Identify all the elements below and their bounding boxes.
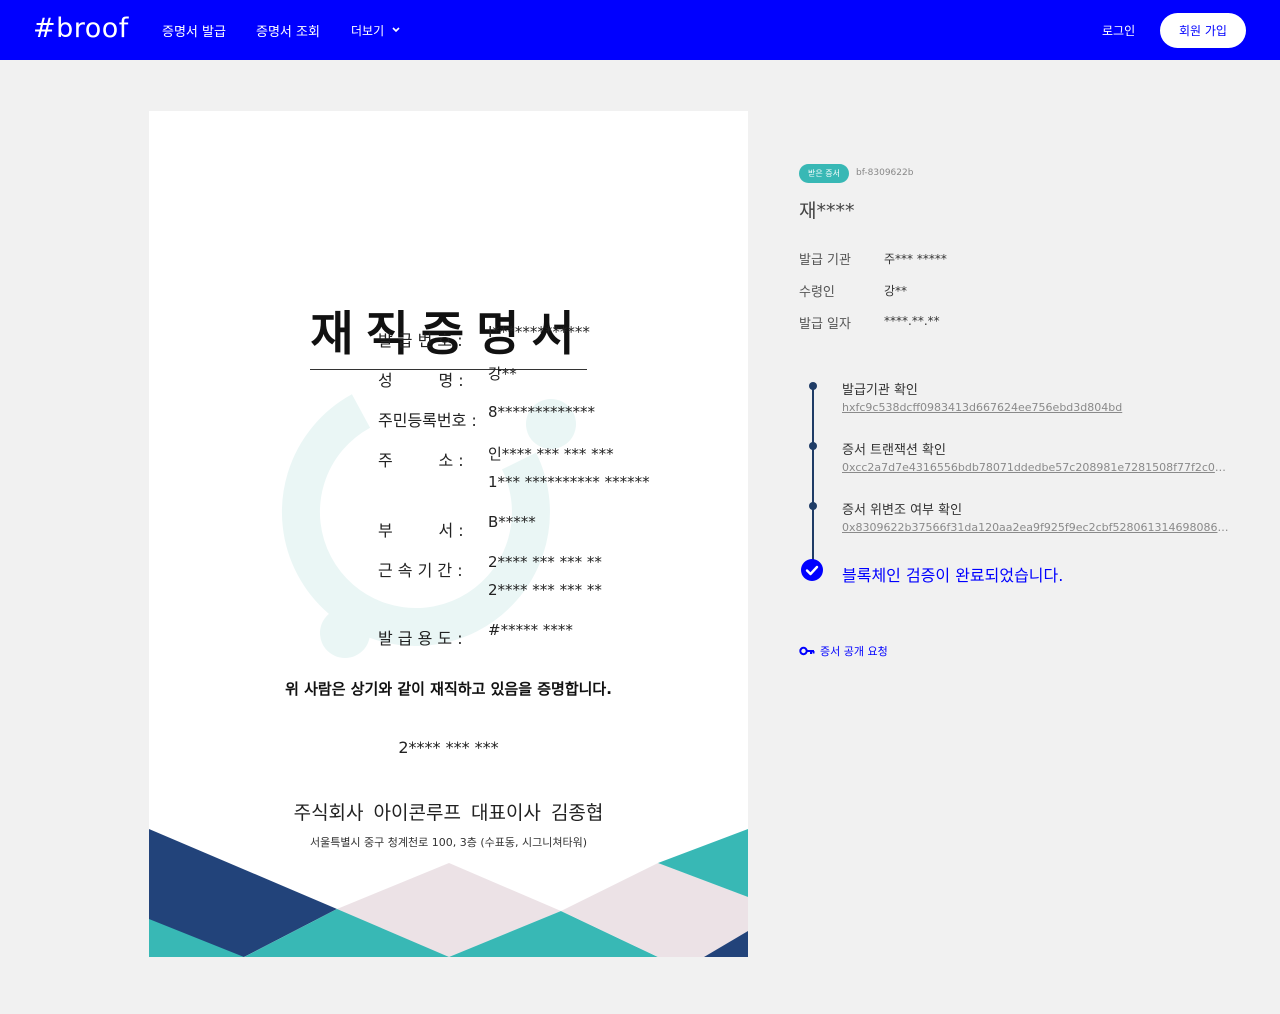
field-label-purpose: 발 급 용 도 : xyxy=(378,629,463,648)
document-title: 재**** xyxy=(799,200,855,222)
certificate-id: bf-8309622b xyxy=(856,168,914,178)
field-value-name: 강** xyxy=(488,365,517,383)
certificate-document: 재직증명서 발 급 번 호 : I************* 성 명 : 강**… xyxy=(149,111,748,957)
certificate-statement: 위 사람은 상기와 같이 재직하고 있음을 증명합니다. xyxy=(285,680,612,698)
nav-issue-certificate[interactable]: 증명서 발급 xyxy=(162,21,226,40)
nav-more[interactable]: 더보기 xyxy=(351,22,400,39)
field-label-address: 주 소 : xyxy=(378,451,464,470)
received-certificate-badge: 받은 증서 xyxy=(799,164,849,183)
field-value-issue-number: I************* xyxy=(488,323,590,341)
check-circle-icon xyxy=(801,559,823,581)
field-value-address-line2: 1*** ********** ****** xyxy=(488,473,650,491)
request-disclosure-link[interactable]: 증서 공개 요청 xyxy=(799,643,888,659)
field-label-name: 성 명 : xyxy=(378,371,464,390)
issuer-company: 주식회사 아이콘루프 대표이사 김종협 xyxy=(293,802,604,824)
request-disclosure-label: 증서 공개 요청 xyxy=(820,645,888,658)
field-label-employment-period: 근 속 기 간 : xyxy=(378,561,463,580)
info-value-issuer: 주*** ***** xyxy=(884,252,947,266)
info-label-recipient: 수령인 xyxy=(799,285,835,300)
login-link[interactable]: 로그인 xyxy=(1102,22,1135,39)
step-hash-transaction[interactable]: 0xcc2a7d7e4316556bdb78071ddedbe57c208981… xyxy=(842,461,1232,474)
step-title-issuer-check: 발급기관 확인 xyxy=(842,383,918,398)
step-hash-tamper[interactable]: 0x8309622b37566f31da120aa2ea9f925f9ec2cb… xyxy=(842,521,1232,534)
step-title-transaction-check: 증서 트랜잭션 확인 xyxy=(842,443,946,458)
field-label-department: 부 서 : xyxy=(378,521,464,540)
field-value-address-line1: 인**** *** *** *** xyxy=(488,445,614,463)
verification-complete-message: 블록체인 검증이 완료되었습니다. xyxy=(842,566,1064,585)
step-title-tamper-check: 증서 위변조 여부 확인 xyxy=(842,503,963,518)
broof-logo[interactable]: #broof xyxy=(33,13,129,44)
nav-more-label: 더보기 xyxy=(351,24,385,38)
field-value-employment-period-2: 2**** *** *** ** xyxy=(488,581,602,599)
issuer-address: 서울특별시 중구 청계천로 100, 3층 (수표동, 시그니쳐타워) xyxy=(309,836,588,849)
info-value-recipient: 강** xyxy=(884,284,908,298)
field-label-issue-number: 발 급 번 호 : xyxy=(378,331,463,350)
nav-search-certificate[interactable]: 증명서 조회 xyxy=(256,21,320,40)
top-navbar: #broof 증명서 발급 증명서 조회 더보기 로그인 회원 가입 xyxy=(0,0,1280,60)
info-value-issue-date: ****.**.** xyxy=(884,314,940,328)
field-value-resident-number: 8************* xyxy=(488,403,596,421)
certificate-date: 2**** *** *** xyxy=(398,738,499,757)
timeline-dot xyxy=(809,502,817,510)
field-label-resident-number: 주민등록번호 : xyxy=(378,411,477,430)
verification-timeline xyxy=(812,384,814,572)
signup-button[interactable]: 회원 가입 xyxy=(1160,13,1246,48)
timeline-dot xyxy=(809,382,817,390)
key-icon xyxy=(799,646,815,656)
field-value-department: B***** xyxy=(488,513,536,531)
chevron-down-icon xyxy=(392,22,400,36)
timeline-dot xyxy=(809,442,817,450)
field-value-employment-period-1: 2**** *** *** ** xyxy=(488,553,602,571)
step-hash-issuer[interactable]: hxfc9c538dcff0983413d667624ee756ebd3d804… xyxy=(842,401,1232,414)
info-label-issuer: 발급 기관 xyxy=(799,253,851,268)
info-label-issue-date: 발급 일자 xyxy=(799,317,851,332)
field-value-purpose: #***** **** xyxy=(488,621,573,639)
